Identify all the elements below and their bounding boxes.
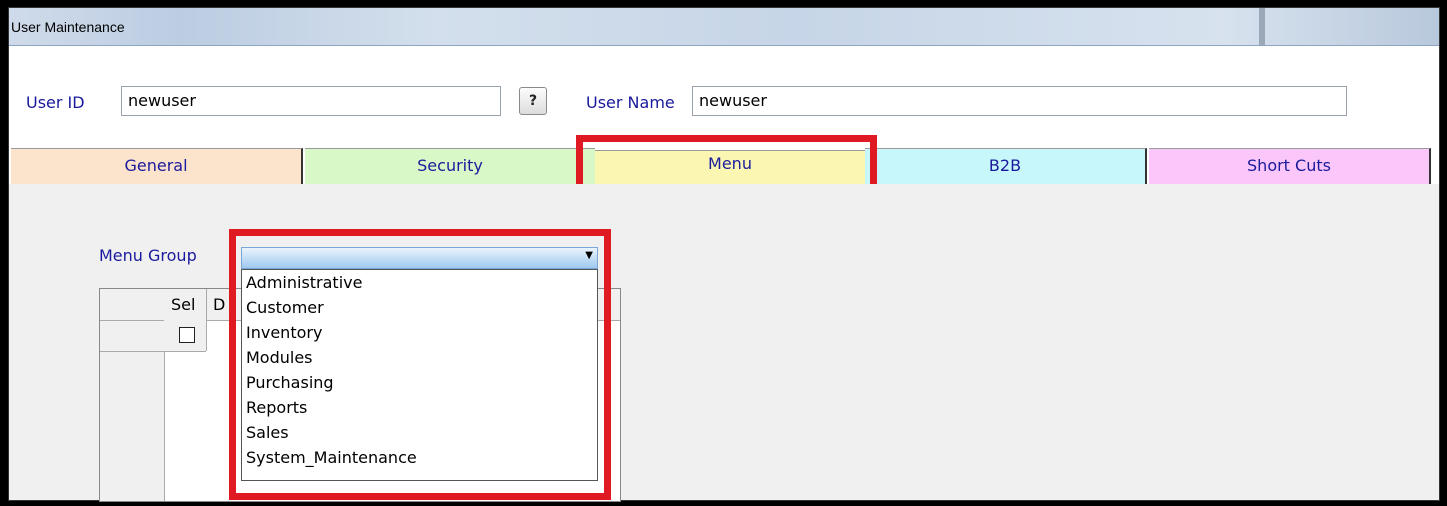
- grid-column-sel: Sel: [171, 295, 196, 314]
- title-bar-decoration: [1259, 8, 1265, 45]
- tab-security[interactable]: Security: [305, 148, 595, 184]
- user-id-field[interactable]: newuser: [121, 86, 501, 116]
- tab-b2b[interactable]: B2B: [865, 148, 1147, 184]
- user-maintenance-window: User Maintenance User ID newuser ? User …: [8, 7, 1440, 502]
- user-id-lookup-button[interactable]: ?: [519, 87, 547, 115]
- user-id-label: User ID: [26, 93, 85, 112]
- tab-general[interactable]: General: [11, 148, 303, 184]
- user-name-label: User Name: [586, 93, 675, 112]
- highlight-box-menu-group: [229, 229, 611, 500]
- title-bar: User Maintenance: [9, 8, 1439, 46]
- window-title: User Maintenance: [11, 19, 125, 35]
- grid-column-d: D: [213, 295, 226, 314]
- user-name-field[interactable]: newuser: [692, 86, 1347, 116]
- menu-group-label: Menu Group: [99, 246, 197, 265]
- grid-sel-checkbox[interactable]: [179, 327, 195, 343]
- tab-short-cuts[interactable]: Short Cuts: [1149, 148, 1431, 184]
